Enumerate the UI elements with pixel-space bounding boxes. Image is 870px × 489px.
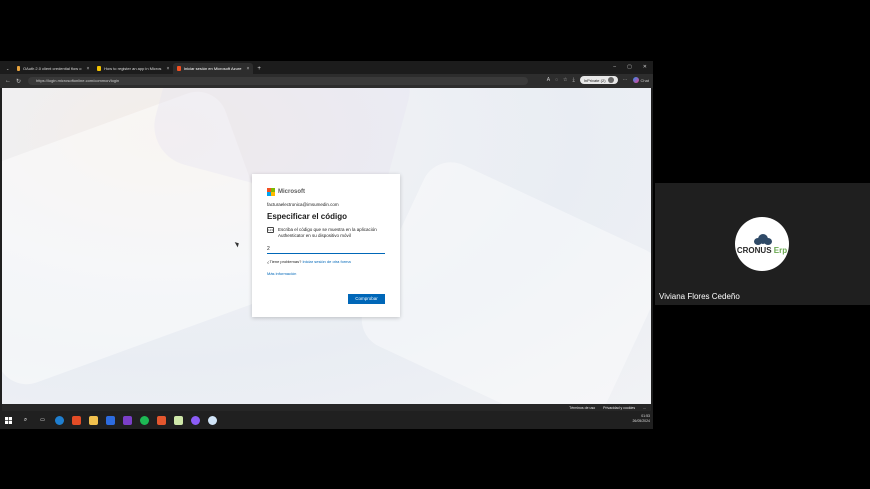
close-window-button[interactable]: ✕ [643, 64, 647, 70]
chat-app-icon[interactable] [191, 415, 200, 425]
tab-favicon-icon [17, 66, 20, 71]
brand-accent: Erp [773, 245, 788, 255]
url-text: https://login.microsoftonline.com/common… [36, 78, 120, 83]
shared-screen: ⌄ OAuth 2.0 client credential flow o × H… [0, 61, 653, 429]
browser-tab-bar: ⌄ OAuth 2.0 client credential flow o × H… [0, 61, 653, 74]
minimize-button[interactable]: – [613, 64, 616, 70]
microsoft-logo-icon [267, 188, 275, 196]
brand-name: Microsoft [278, 189, 305, 195]
more-options-icon[interactable]: ⋯ [623, 77, 628, 83]
brand-main: CRONUS [736, 245, 772, 255]
participant-tile[interactable]: CRONUS Erp Viviana Flores Cedeño [655, 183, 870, 305]
windows-start-icon[interactable] [4, 416, 13, 425]
close-tab-icon[interactable]: × [246, 66, 249, 72]
terms-link[interactable]: Términos de uso [569, 406, 595, 410]
download-icon[interactable]: ⤓ [573, 77, 575, 83]
windows-taskbar: ⌕ ▭ 01:53 26/05/2024 [0, 411, 653, 429]
notepad-icon[interactable] [174, 415, 183, 425]
tab-actions-icon: ⌄ [6, 66, 10, 71]
teams-icon[interactable] [72, 415, 81, 425]
cloud-logo-icon [752, 233, 772, 245]
trouble-prefix: ¿Tiene problemas? [267, 259, 303, 264]
instruction: 123 Escriba el código que se muestra en … [267, 227, 385, 239]
browser-toolbar: ← ↻ https://login.microsoftonline.com/co… [0, 74, 653, 88]
account-email: facturaelectronica@imsumedin.com [267, 202, 339, 207]
tab-favicon-icon [97, 66, 102, 71]
favorites-icon[interactable]: ☆ [563, 77, 567, 83]
code-value: 2 [267, 246, 270, 252]
toolbar-icons: A ◌ ☆ ⤓ InPrivate (2) ⋯ Chat [547, 76, 649, 84]
code-icon: 123 [267, 227, 274, 233]
file-explorer-icon[interactable] [89, 415, 98, 425]
tab-oauth[interactable]: OAuth 2.0 client credential flow o × [13, 63, 93, 74]
microsoft-logo: Microsoft [267, 188, 385, 196]
trouble-text: ¿Tiene problemas? Iniciar sesión de otra… [267, 259, 385, 264]
app-icon[interactable] [157, 415, 166, 425]
new-tab-button[interactable]: + [253, 63, 265, 74]
copilot-icon [632, 77, 639, 83]
visual-studio-icon[interactable] [123, 415, 132, 425]
chat-label: Chat [640, 77, 649, 83]
privacy-link[interactable]: Privacidad y cookies [603, 406, 635, 410]
participant-avatar: CRONUS Erp [735, 217, 789, 271]
tab-menu[interactable]: ⌄ [2, 63, 13, 74]
tab-label: Iniciar sesión en Microsoft Azure [183, 66, 242, 71]
tab-label: How to register an app in Micros [104, 66, 162, 71]
search-icon[interactable]: ⌕ [21, 416, 30, 425]
other-signin-link[interactable]: Iniciar sesión de otra forma [302, 259, 350, 264]
tab-register-app[interactable]: How to register an app in Micros × [93, 63, 173, 74]
signin-card: Microsoft facturaelectronica@imsumedin.c… [252, 174, 400, 317]
meeting-stage: ⌄ OAuth 2.0 client credential flow o × H… [0, 0, 870, 489]
participant-name: Viviana Flores Cedeño [659, 292, 740, 301]
close-tab-icon[interactable]: × [86, 66, 89, 72]
tab-favicon-icon [177, 66, 181, 71]
window-controls: – ▢ ✕ [613, 64, 647, 70]
page-footer: Términos de uso Privacidad y cookies ... [2, 404, 651, 411]
more-info-link[interactable]: Más información [267, 271, 385, 276]
system-clock[interactable]: 01:53 26/05/2024 [632, 414, 650, 424]
spotify-icon[interactable] [140, 415, 149, 425]
tab-label: OAuth 2.0 client credential flow o [22, 66, 82, 71]
settings-app-icon[interactable] [208, 415, 217, 425]
refresh-icon[interactable]: ↻ [16, 78, 21, 85]
tracking-icon[interactable]: ◌ [555, 77, 558, 83]
page-viewport: Microsoft facturaelectronica@imsumedin.c… [2, 88, 651, 404]
back-arrow-icon[interactable]: ← [5, 78, 11, 84]
page-title: Especificar el código [267, 212, 348, 221]
read-aloud-icon[interactable]: A [547, 77, 550, 83]
address-bar[interactable]: https://login.microsoftonline.com/common… [28, 77, 528, 85]
profile-avatar-icon [607, 77, 614, 83]
copilot-chat-button[interactable]: Chat [632, 77, 649, 83]
close-tab-icon[interactable]: × [166, 66, 169, 72]
inprivate-badge[interactable]: InPrivate (2) [579, 76, 618, 84]
clock-date: 26/05/2024 [632, 419, 650, 423]
maximize-button[interactable]: ▢ [627, 64, 632, 70]
plus-icon: + [257, 65, 261, 72]
footer-more-link[interactable]: ... [643, 406, 646, 410]
dynamics-icon[interactable] [106, 415, 115, 425]
code-input[interactable]: 2 [267, 245, 385, 254]
edge-icon[interactable] [55, 415, 64, 425]
verify-button[interactable]: Comprobar [348, 294, 385, 304]
task-view-icon[interactable]: ▭ [38, 416, 47, 425]
company-logo-text: CRONUS Erp [737, 246, 787, 255]
instruction-text: Escriba el código que se muestra en la a… [278, 227, 377, 238]
tab-azure-signin[interactable]: Iniciar sesión en Microsoft Azure × [173, 63, 254, 74]
inprivate-label: InPrivate (2) [583, 77, 606, 83]
